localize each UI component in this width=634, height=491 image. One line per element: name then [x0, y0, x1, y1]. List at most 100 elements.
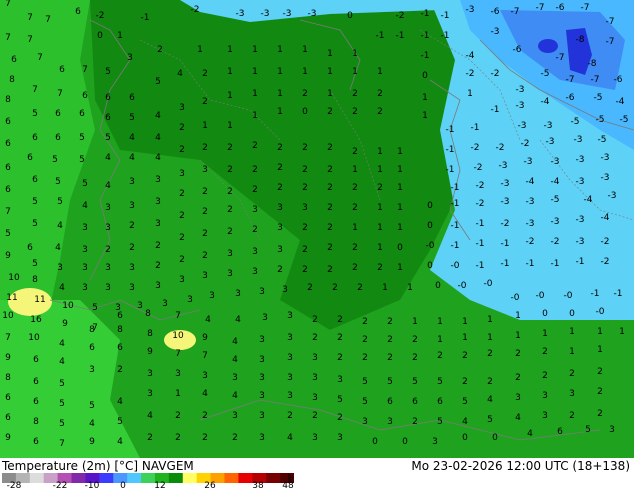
temperature-value: 2	[327, 243, 333, 253]
temperature-value: 2	[327, 223, 333, 233]
temperature-value: 3	[542, 391, 548, 401]
temperature-value: 1	[467, 89, 473, 99]
temperature-value: 2	[312, 315, 318, 325]
temperature-value: 2	[487, 349, 493, 359]
temperature-value: -2	[191, 5, 200, 15]
temperature-value: 3	[202, 165, 208, 175]
temperature-value: 3	[129, 283, 135, 293]
temperature-value: 2	[302, 165, 308, 175]
temperature-value: 2	[352, 147, 358, 157]
temperature-value: 1	[462, 317, 468, 327]
temperature-value: 9	[147, 347, 153, 357]
temperature-value: 2	[179, 255, 185, 265]
temperature-value: -4	[601, 213, 610, 223]
temperature-value: 3	[259, 411, 265, 421]
temperature-value: 1	[327, 89, 333, 99]
temperature-value: 3	[432, 437, 438, 447]
temperature-value: 1	[377, 243, 383, 253]
temperature-value: -2	[496, 143, 505, 153]
temperature-value: 6	[33, 355, 39, 365]
temperature-value: 2	[155, 261, 161, 271]
temperature-value: 7	[37, 53, 43, 63]
temperature-value: 6	[32, 133, 38, 143]
temperature-value: -2	[601, 237, 610, 247]
temperature-value: 2	[362, 317, 368, 327]
temperature-value: -7	[511, 7, 520, 17]
temperature-value: 5	[462, 397, 468, 407]
temperature-value: 1	[252, 111, 258, 121]
temperature-value: 1	[352, 67, 358, 77]
temperature-value: -2	[501, 219, 510, 229]
temperature-value: -3	[574, 135, 583, 145]
temperature-value: 2	[155, 241, 161, 251]
temperature-value: 5	[92, 303, 98, 313]
temperature-value: 7	[5, 207, 11, 217]
temperature-value: 0	[427, 261, 433, 271]
temperature-value: 8	[33, 417, 39, 427]
temperature-value: 1	[227, 121, 233, 131]
temperature-value: 3	[105, 263, 111, 273]
temperature-value: 1	[227, 91, 233, 101]
temperature-value: 3	[259, 433, 265, 443]
temperature-value: 2	[462, 351, 468, 361]
colorbar-swatch	[266, 473, 281, 483]
temperature-value: 7	[45, 15, 51, 25]
temperature-value: 2	[377, 183, 383, 193]
temperature-value: -1	[501, 259, 510, 269]
temperature-value: 2	[357, 283, 363, 293]
temperature-value: 3	[302, 203, 308, 213]
temperature-value: 5	[5, 229, 11, 239]
temperature-value: 6	[5, 413, 11, 423]
temperature-value: 1	[377, 165, 383, 175]
temperature-value: 7	[27, 35, 33, 45]
temperature-value: 10	[8, 273, 20, 283]
temperature-value: 0	[372, 437, 378, 447]
temperature-value: -4	[466, 51, 475, 61]
temperature-value: 1	[377, 203, 383, 213]
temperature-value: 4	[129, 153, 135, 163]
temperature-value: 2	[287, 411, 293, 421]
temperature-value: 7	[5, 33, 11, 43]
temperature-value: 5	[155, 77, 161, 87]
temperature-value: 4	[177, 69, 183, 79]
temperature-value: 0	[435, 281, 441, 291]
temperature-value: 4	[232, 337, 238, 347]
temperature-value: 2	[327, 183, 333, 193]
temperature-value: 6	[82, 91, 88, 101]
temperature-value: 3	[227, 269, 233, 279]
temperature-value: 2	[352, 183, 358, 193]
temperature-value: 5	[79, 155, 85, 165]
temperature-value: 4	[155, 153, 161, 163]
temperature-value: 1	[487, 315, 493, 325]
temperature-value: 2	[337, 315, 343, 325]
temperature-value: 2	[202, 207, 208, 217]
temperature-value: -1	[421, 51, 430, 61]
temperature-value: -7	[606, 17, 615, 27]
temperature-value: 3	[287, 373, 293, 383]
temperature-value: 1	[397, 203, 403, 213]
temperature-value: 2	[327, 203, 333, 213]
temperature-value: 11	[6, 293, 17, 303]
temperature-value: -2	[96, 11, 105, 21]
temperature-value: 6	[5, 139, 11, 149]
temperature-value: 6	[27, 153, 33, 163]
temperature-value: 6	[105, 93, 111, 103]
temperature-value: 5	[362, 397, 368, 407]
temperature-value: 1	[597, 327, 603, 337]
temperature-value: 2	[569, 369, 575, 379]
temperature-value: -1	[451, 241, 460, 251]
temperature-value: 1	[597, 345, 603, 355]
temperature-value: -3	[576, 155, 585, 165]
colorbar-swatch	[238, 473, 253, 483]
temperature-value: 5	[32, 219, 38, 229]
temperature-value: 3	[259, 391, 265, 401]
temperature-value: -1	[446, 165, 455, 175]
temperature-value: 2	[487, 377, 493, 387]
temperature-value: 5	[585, 425, 591, 435]
temperature-value: 2	[312, 411, 318, 421]
temperature-value: -7	[591, 75, 600, 85]
temperature-value: -1	[446, 145, 455, 155]
temperature-value: -1	[476, 239, 485, 249]
temperature-value: 3	[155, 219, 161, 229]
temperature-value: 1	[202, 121, 208, 131]
